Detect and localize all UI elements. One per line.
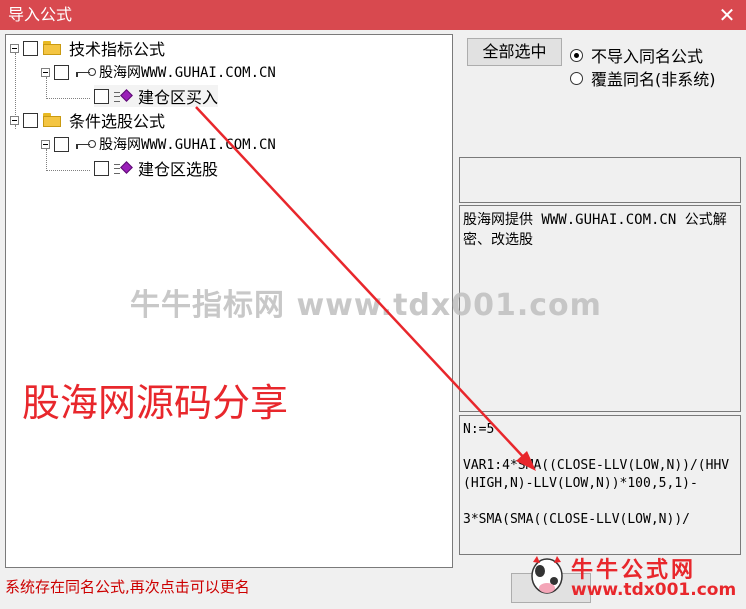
checkbox[interactable] — [23, 40, 38, 56]
tree-node-label: 条件选股公式 — [69, 112, 166, 131]
status-message: 系统存在同名公式,再次点击可以更名 — [5, 578, 250, 596]
tree-node-technical-indicators[interactable]: 技术指标公式 — [10, 37, 165, 59]
site-logo: 牛牛公式网 www.tdx001.com — [527, 550, 740, 606]
collapse-toggle[interactable] — [41, 139, 50, 149]
folder-icon — [43, 41, 61, 55]
tree-node-author[interactable]: 股海网WWW.GUHAI.COM.CN — [41, 61, 276, 83]
formula-source-code: N:=5 VAR1:4*SMA((CLOSE-LLV(LOW,N))/(HHV(… — [463, 422, 730, 527]
collapse-toggle[interactable] — [41, 67, 50, 77]
radio-overwrite[interactable]: 覆盖同名(非系统) — [570, 66, 716, 90]
checkbox[interactable] — [94, 160, 109, 176]
tree-node-label: 建仓区选股 — [138, 160, 219, 179]
cow-logo-icon — [531, 556, 563, 594]
tree-connector — [46, 170, 90, 171]
share-caption: 股海网源码分享 — [22, 381, 289, 425]
collapse-toggle[interactable] — [10, 43, 19, 53]
window-title: 导入公式 — [8, 5, 73, 24]
key-icon — [74, 66, 96, 78]
checkbox[interactable] — [94, 88, 109, 104]
close-button[interactable]: ✕ — [716, 4, 738, 26]
collapse-toggle[interactable] — [10, 115, 19, 125]
tree-node-label: 股海网WWW.GUHAI.COM.CN — [99, 137, 276, 153]
checkbox[interactable] — [23, 112, 38, 128]
tree-node-label: 股海网WWW.GUHAI.COM.CN — [99, 65, 276, 81]
checkbox[interactable] — [54, 64, 69, 80]
tree-node-label: 建仓区买入 — [138, 88, 219, 107]
formula-icon — [114, 161, 134, 175]
radio-no-import[interactable]: 不导入同名公式 — [570, 43, 703, 67]
tree-connector — [46, 98, 90, 99]
logo-url: www.tdx001.com — [571, 580, 737, 600]
tree-node-formula-select[interactable]: 建仓区选股 — [94, 157, 218, 179]
radio-label: 不导入同名公式 — [591, 47, 704, 66]
key-icon — [74, 138, 96, 150]
checkbox[interactable] — [54, 136, 69, 152]
tree-node-stock-selection[interactable]: 条件选股公式 — [10, 109, 165, 131]
tree-node-formula-buy[interactable]: 建仓区买入 — [94, 85, 219, 107]
radio-button[interactable] — [570, 71, 583, 85]
title-bar: 导入公式 ✕ — [0, 0, 746, 30]
tree-node-author[interactable]: 股海网WWW.GUHAI.COM.CN — [41, 133, 276, 155]
formula-description: 股海网提供 WWW.GUHAI.COM.CN 公式解密、改选股 — [463, 212, 727, 248]
watermark: 牛牛指标网 www.tdx001.com — [130, 288, 602, 323]
tree-node-label: 技术指标公式 — [69, 40, 166, 59]
radio-label: 覆盖同名(非系统) — [591, 70, 716, 89]
radio-button[interactable] — [570, 48, 583, 62]
folder-icon — [43, 113, 61, 127]
select-all-button[interactable]: 全部选中 — [467, 38, 562, 66]
formula-icon — [114, 89, 134, 103]
formula-name-box — [459, 157, 741, 203]
